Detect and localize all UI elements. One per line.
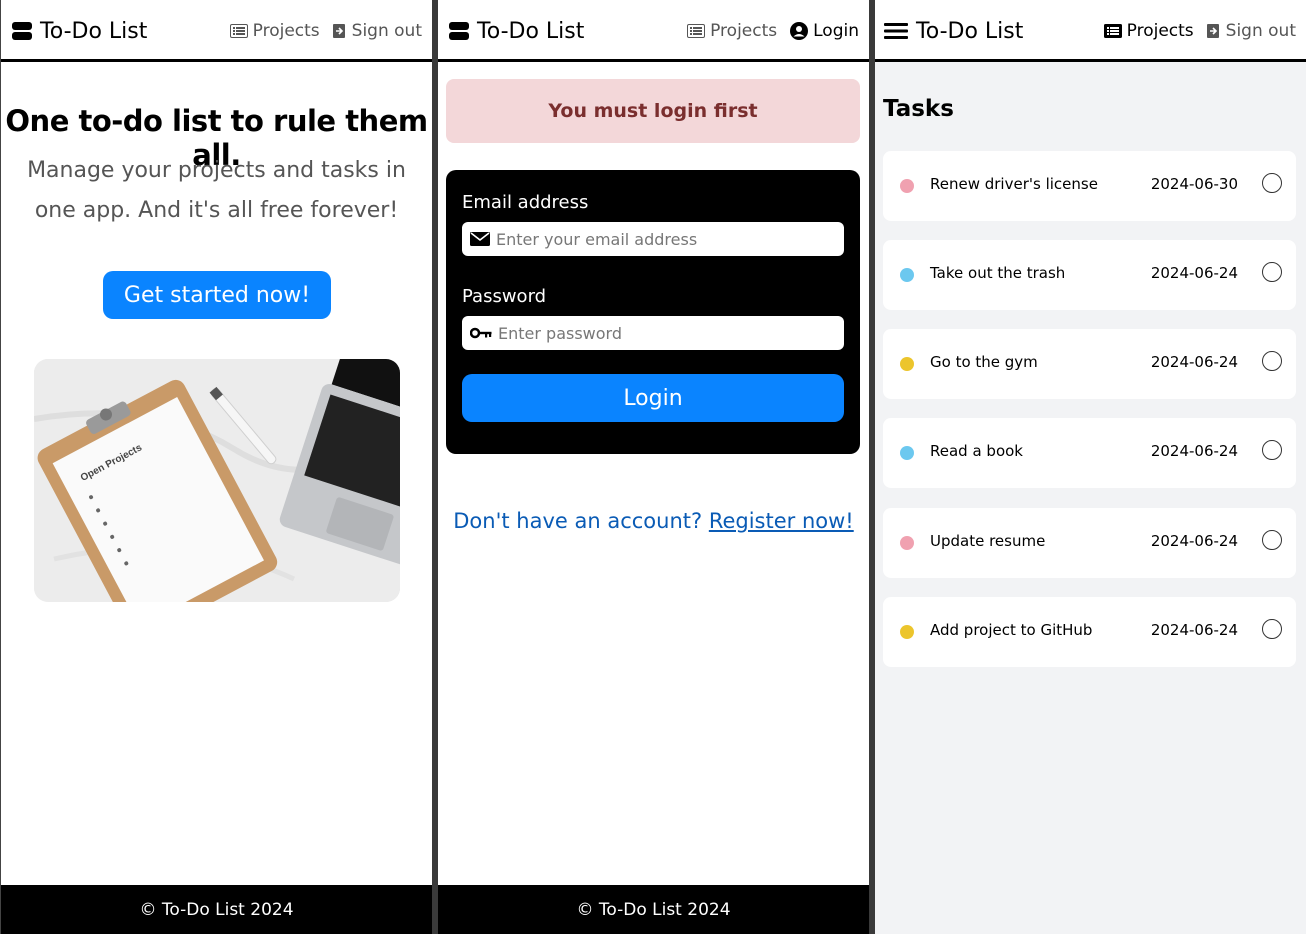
task-name: Go to the gym bbox=[930, 353, 1038, 371]
list-icon bbox=[687, 24, 706, 38]
nav-login-label: Login bbox=[813, 21, 859, 41]
password-field[interactable] bbox=[498, 323, 844, 343]
task-date: 2024-06-24 bbox=[1150, 621, 1238, 639]
task-item[interactable]: Take out the trash 2024-06-24 bbox=[883, 240, 1296, 310]
sign-out-icon bbox=[1206, 23, 1221, 39]
navbar: To-Do List Projects Sign out bbox=[1, 0, 432, 62]
nav-links: Projects Sign out bbox=[1091, 18, 1296, 44]
task-complete-checkbox[interactable] bbox=[1262, 173, 1282, 193]
list-icon bbox=[1103, 24, 1122, 38]
nav-projects[interactable]: Projects bbox=[1103, 21, 1194, 41]
task-complete-checkbox[interactable] bbox=[1262, 530, 1282, 550]
key-icon bbox=[470, 327, 492, 339]
brand-title: To-Do List bbox=[40, 18, 148, 44]
nav-sign-out-label: Sign out bbox=[1225, 21, 1296, 41]
task-item[interactable]: Update resume 2024-06-24 bbox=[883, 508, 1296, 578]
register-link[interactable]: Register now! bbox=[709, 509, 854, 533]
nav-projects-label: Projects bbox=[710, 21, 778, 41]
list-icon bbox=[229, 24, 248, 38]
task-color-dot bbox=[900, 268, 914, 282]
nav-sign-out-label: Sign out bbox=[351, 21, 422, 41]
nav-projects[interactable]: Projects bbox=[229, 21, 320, 41]
alert-text: You must login first bbox=[548, 100, 758, 122]
envelope-icon bbox=[470, 232, 490, 246]
hamburger-menu-icon[interactable] bbox=[884, 22, 908, 40]
task-complete-checkbox[interactable] bbox=[1262, 440, 1282, 460]
task-item[interactable]: Add project to GitHub 2024-06-24 bbox=[883, 597, 1296, 667]
footer-text: © To-Do List 2024 bbox=[576, 899, 731, 920]
nav-links: Projects Login bbox=[674, 18, 859, 44]
email-field[interactable] bbox=[496, 229, 844, 249]
task-date: 2024-06-24 bbox=[1150, 264, 1238, 282]
login-required-alert: You must login first bbox=[446, 79, 860, 143]
password-label: Password bbox=[462, 286, 547, 307]
nav-login[interactable]: Login bbox=[790, 21, 859, 41]
login-panel: To-Do List Projects Login You must login… bbox=[438, 0, 869, 934]
task-date: 2024-06-30 bbox=[1150, 175, 1238, 193]
task-color-dot bbox=[900, 446, 914, 460]
hero-image: Open Projects bbox=[34, 359, 400, 602]
task-complete-checkbox[interactable] bbox=[1262, 619, 1282, 639]
brand-title: To-Do List bbox=[477, 18, 585, 44]
nav-links: Projects Sign out bbox=[217, 18, 422, 44]
brand-title: To-Do List bbox=[916, 18, 1024, 44]
nav-projects-label: Projects bbox=[1126, 21, 1194, 41]
server-icon bbox=[12, 22, 32, 40]
task-name: Update resume bbox=[930, 532, 1046, 550]
task-item[interactable]: Renew driver's license 2024-06-30 bbox=[883, 151, 1296, 221]
nav-projects-label: Projects bbox=[252, 21, 320, 41]
user-circle-icon bbox=[790, 22, 809, 40]
email-label: Email address bbox=[462, 192, 589, 213]
nav-sign-out[interactable]: Sign out bbox=[1206, 21, 1296, 41]
register-text: Don't have an account? bbox=[453, 509, 703, 533]
navbar: To-Do List Projects Sign out bbox=[875, 0, 1306, 62]
task-color-dot bbox=[900, 625, 914, 639]
clipboard-laptop-illustration: Open Projects bbox=[34, 359, 400, 602]
task-date: 2024-06-24 bbox=[1150, 442, 1238, 460]
nav-sign-out[interactable]: Sign out bbox=[332, 21, 422, 41]
login-button[interactable]: Login bbox=[462, 374, 844, 422]
task-name: Read a book bbox=[930, 442, 1023, 460]
task-name: Renew driver's license bbox=[930, 175, 1098, 193]
task-complete-checkbox[interactable] bbox=[1262, 351, 1282, 371]
hero-subtitle: Manage your projects and tasks in one ap… bbox=[27, 158, 406, 223]
tasks-title: Tasks bbox=[883, 96, 954, 122]
sign-out-icon bbox=[332, 23, 347, 39]
nav-projects[interactable]: Projects bbox=[687, 21, 777, 41]
footer: © To-Do List 2024 bbox=[438, 885, 869, 934]
navbar: To-Do List Projects Login bbox=[438, 0, 869, 62]
task-color-dot bbox=[900, 179, 914, 193]
tasks-panel: To-Do List Projects Sign out Tasks Renew… bbox=[875, 0, 1306, 934]
login-form: Email address Password Login bbox=[446, 170, 860, 454]
get-started-button[interactable]: Get started now! bbox=[103, 271, 331, 319]
task-color-dot bbox=[900, 357, 914, 371]
task-name: Take out the trash bbox=[930, 264, 1066, 282]
task-item[interactable]: Go to the gym 2024-06-24 bbox=[883, 329, 1296, 399]
brand[interactable]: To-Do List bbox=[449, 16, 584, 46]
footer-text: © To-Do List 2024 bbox=[139, 899, 294, 920]
password-field-wrap[interactable] bbox=[462, 316, 844, 350]
register-prompt: Don't have an account? Register now! bbox=[438, 509, 869, 533]
server-icon bbox=[449, 22, 469, 40]
brand[interactable]: To-Do List bbox=[12, 16, 147, 46]
task-date: 2024-06-24 bbox=[1150, 353, 1238, 371]
email-field-wrap[interactable] bbox=[462, 222, 844, 256]
task-complete-checkbox[interactable] bbox=[1262, 262, 1282, 282]
footer: © To-Do List 2024 bbox=[1, 885, 432, 934]
home-panel: To-Do List Projects Sign out One to-do l… bbox=[0, 0, 432, 934]
task-color-dot bbox=[900, 536, 914, 550]
task-name: Add project to GitHub bbox=[930, 621, 1093, 639]
brand[interactable]: To-Do List bbox=[884, 16, 1023, 46]
task-item[interactable]: Read a book 2024-06-24 bbox=[883, 418, 1296, 488]
task-date: 2024-06-24 bbox=[1150, 532, 1238, 550]
